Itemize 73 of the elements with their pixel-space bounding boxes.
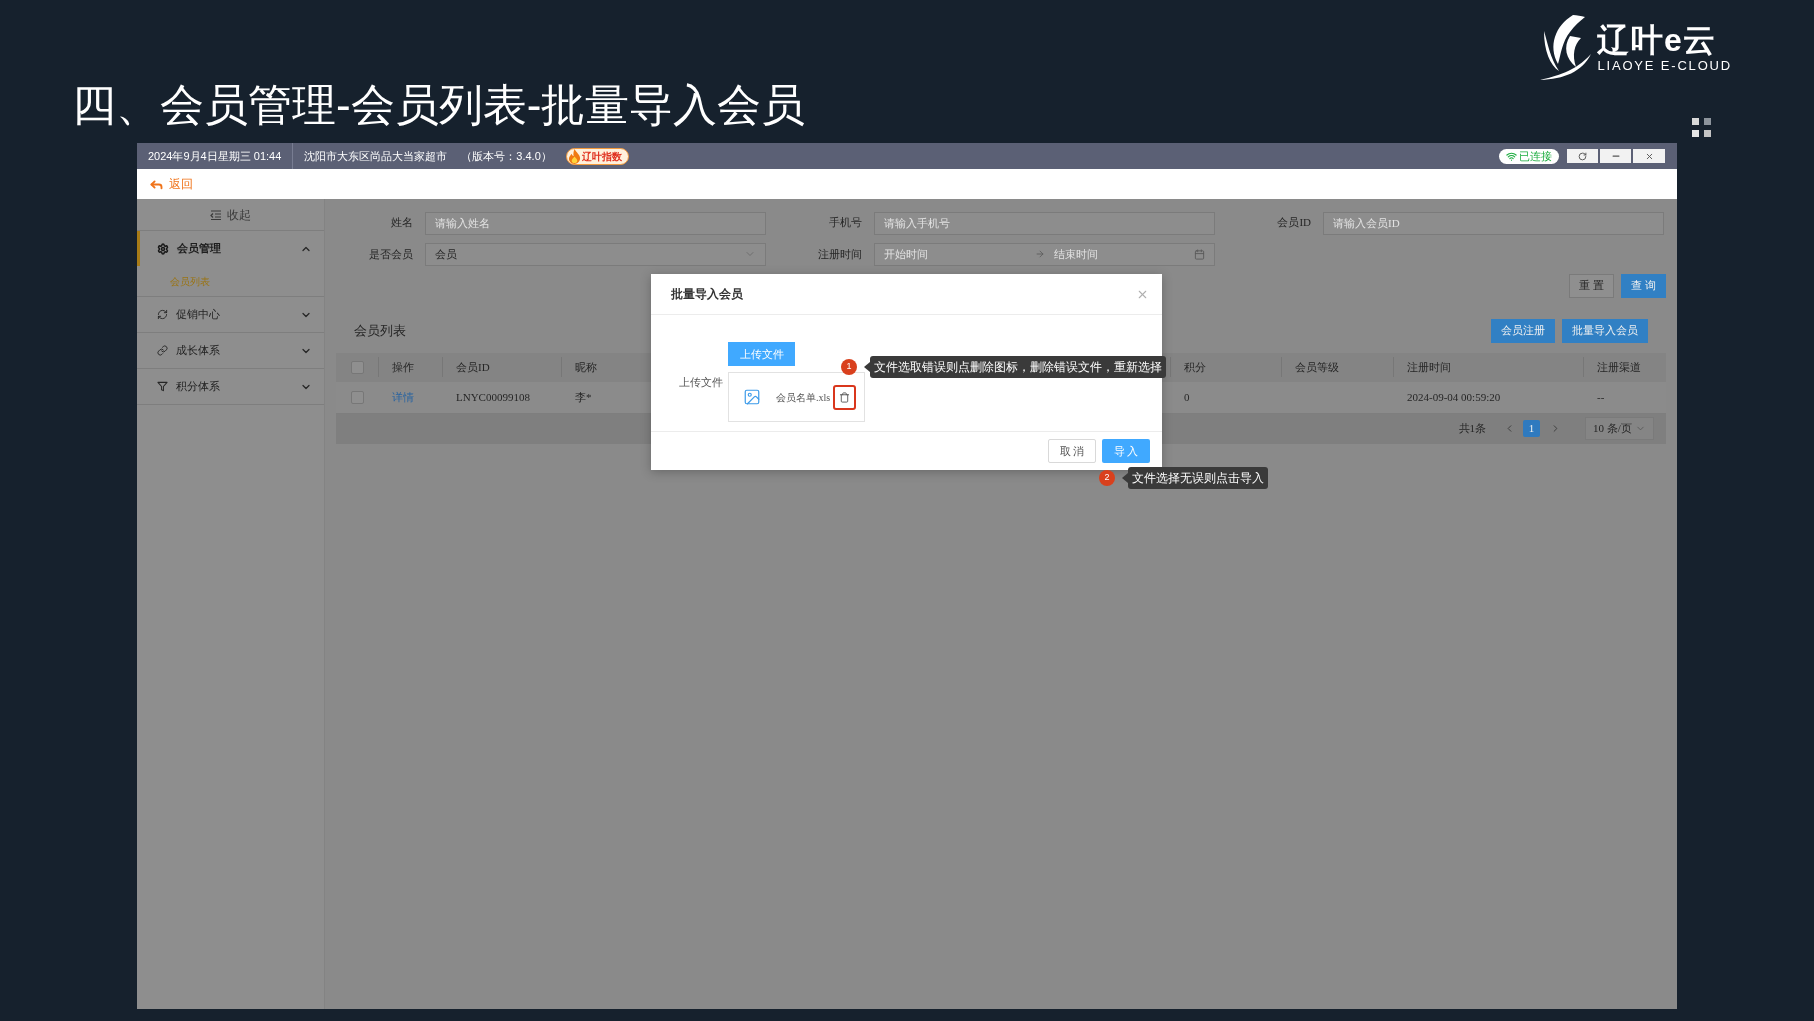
gear-icon [157, 242, 169, 255]
reset-button[interactable]: 重 置 [1569, 273, 1614, 298]
store-name: 沈阳市大东区尚品大当家超市 [304, 148, 448, 164]
table-cell: LNYC00099108 [456, 390, 530, 403]
minimize-button[interactable] [1600, 149, 1631, 163]
field-label: 手机号 [828, 215, 862, 230]
version-label: （版本号：3.4.0） [461, 148, 552, 164]
cancel-button[interactable]: 取 消 [1048, 439, 1096, 463]
column-header: 会员等级 [1295, 359, 1339, 375]
toolbar-button[interactable]: 会员注册 [1491, 318, 1555, 343]
logo-tagline: LIAOYE E-CLOUD [1597, 58, 1732, 73]
column-header: 昵称 [575, 359, 597, 375]
text-input[interactable]: 请输入姓名 [425, 211, 766, 235]
upload-button[interactable]: 上传文件 [728, 342, 795, 366]
collapse-button[interactable]: 收起 [137, 199, 324, 231]
page-button[interactable]: 1 [1523, 420, 1540, 437]
grid-icon [1692, 118, 1711, 137]
refresh-icon [157, 309, 168, 320]
sidebar-item[interactable]: 促销中心 [137, 297, 324, 332]
tooltip: 文件选取错误则点删除图标，删除错误文件，重新选择 [864, 356, 1166, 378]
dialog-title: 批量导入会员 [671, 286, 743, 303]
index-badge[interactable]: 辽叶指数 [565, 147, 629, 165]
end-date-input[interactable]: 结束时间 [1054, 245, 1194, 263]
wifi-icon [1506, 150, 1517, 162]
field-label: 上传文件 [679, 375, 724, 390]
list-title: 会员列表 [354, 321, 406, 340]
refresh-icon [1578, 151, 1587, 161]
import-button[interactable]: 导 入 [1102, 439, 1150, 463]
refresh-button[interactable] [1567, 149, 1598, 163]
checkbox[interactable] [350, 360, 364, 374]
start-date-input[interactable]: 开始时间 [884, 245, 1024, 263]
file-name: 会员名单.xls [776, 390, 831, 405]
table-cell: 0 [1184, 390, 1190, 403]
field-label: 注册时间 [817, 246, 862, 262]
checkbox[interactable] [350, 390, 364, 404]
field-label: 姓名 [390, 215, 413, 230]
slide-title: 四、会员管理-会员列表-批量导入会员 [72, 80, 806, 130]
column-header: 注册渠道 [1597, 359, 1641, 375]
page-size-select[interactable]: 10 条/页 [1585, 417, 1654, 440]
text-input[interactable]: 请输入会员ID [1323, 211, 1664, 235]
toolbar-button[interactable]: 批量导入会员 [1562, 318, 1648, 343]
collapse-icon [210, 209, 222, 220]
trash-icon[interactable] [839, 391, 851, 403]
logo-wordmark: 辽叶e云 [1597, 22, 1718, 58]
sidebar-item[interactable]: 成长体系 [137, 333, 324, 368]
connection-label: 已连接 [1519, 148, 1552, 164]
field-label: 会员ID [1276, 215, 1311, 230]
back-button[interactable]: 返回 [149, 175, 193, 193]
column-header: 注册时间 [1407, 359, 1451, 375]
close-button[interactable] [1633, 149, 1665, 163]
table-cell: -- [1597, 390, 1605, 403]
column-header: 积分 [1184, 359, 1206, 375]
close-icon [1644, 151, 1654, 161]
total-count: 共1条 [1458, 421, 1486, 437]
flame-icon [567, 148, 581, 164]
calendar-icon [1194, 248, 1205, 260]
field-label: 是否会员 [368, 246, 413, 262]
tooltip: 文件选择无误则点击导入 [1122, 467, 1268, 489]
arrow-right-icon [1035, 249, 1045, 259]
date-time: 2024年9月4日星期三 01:44 [148, 148, 283, 164]
image-file-icon [742, 388, 762, 406]
select-field[interactable]: 会员 [425, 242, 766, 266]
link-icon [157, 345, 168, 356]
search-button[interactable]: 查 询 [1621, 273, 1666, 298]
sidebar-item[interactable]: 积分体系 [137, 369, 324, 404]
column-header: 操作 [392, 359, 414, 375]
date-range-field[interactable]: 开始时间 结束时间 [874, 242, 1215, 266]
table-cell: 李* [575, 390, 592, 403]
text-input[interactable]: 请输入手机号 [874, 211, 1215, 235]
column-header: 会员ID [456, 359, 490, 375]
funnel-icon [157, 381, 168, 392]
table-cell: 2024-09-04 00:59:20 [1407, 390, 1501, 403]
leaf-logo-icon [1539, 14, 1593, 81]
